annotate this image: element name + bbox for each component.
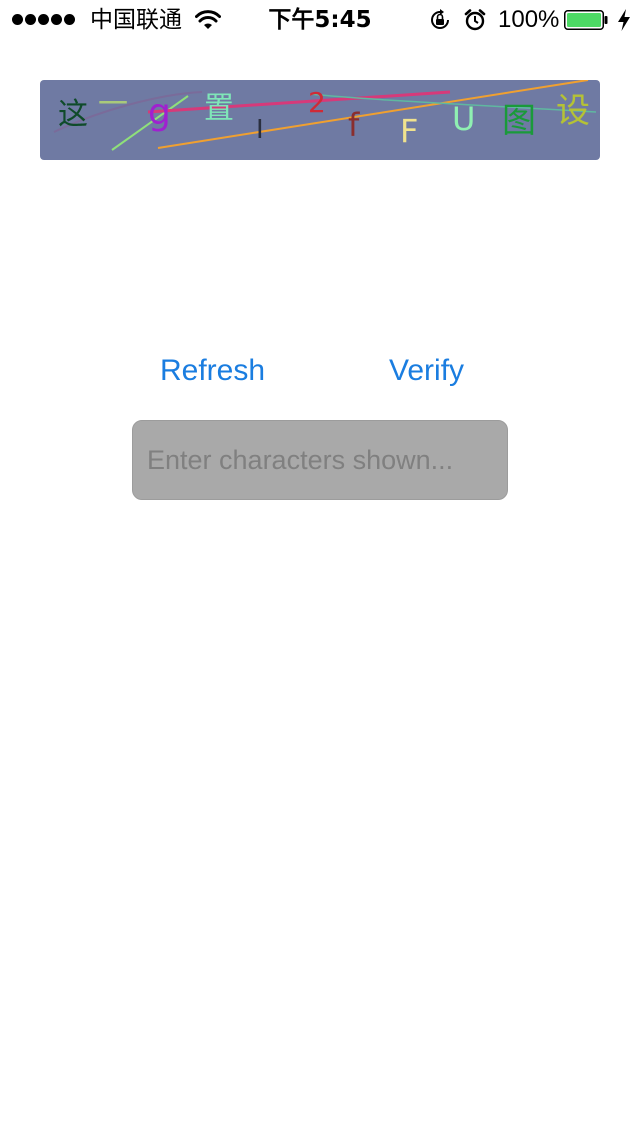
captcha-char: 这 (58, 97, 88, 132)
verify-button[interactable]: Verify (389, 352, 464, 390)
battery-percentage: 100% (498, 6, 560, 33)
refresh-button[interactable]: Refresh (160, 352, 265, 390)
captcha-char: F (400, 112, 418, 150)
screen: 中国联通 下午5:45 100% 这 一 g 置 I 2 f F U 图 设 R… (0, 0, 640, 1136)
captcha-canvas: 这一 g 置I 2f F U 图设 (53, 80, 597, 151)
captcha-char: 置 (204, 91, 234, 126)
captcha-char: U (452, 100, 475, 138)
rotation-lock-icon (431, 9, 449, 29)
status-bar: 中国联通 下午5:45 100% (0, 0, 640, 40)
battery-icon (564, 10, 608, 30)
charging-bolt-icon (618, 9, 630, 31)
alarm-icon (464, 9, 486, 31)
captcha-char: g (148, 92, 171, 133)
captcha-char: 设 (556, 91, 590, 131)
captcha-image: 这一g置I 2f FU图设 (40, 80, 600, 160)
captcha-input[interactable] (132, 420, 508, 500)
captcha-char: 2 (308, 86, 326, 119)
captcha-char: 图 (502, 101, 536, 141)
captcha-char: 一 (98, 87, 128, 122)
captcha-char: I (256, 115, 264, 145)
captcha-char: f (348, 106, 360, 144)
